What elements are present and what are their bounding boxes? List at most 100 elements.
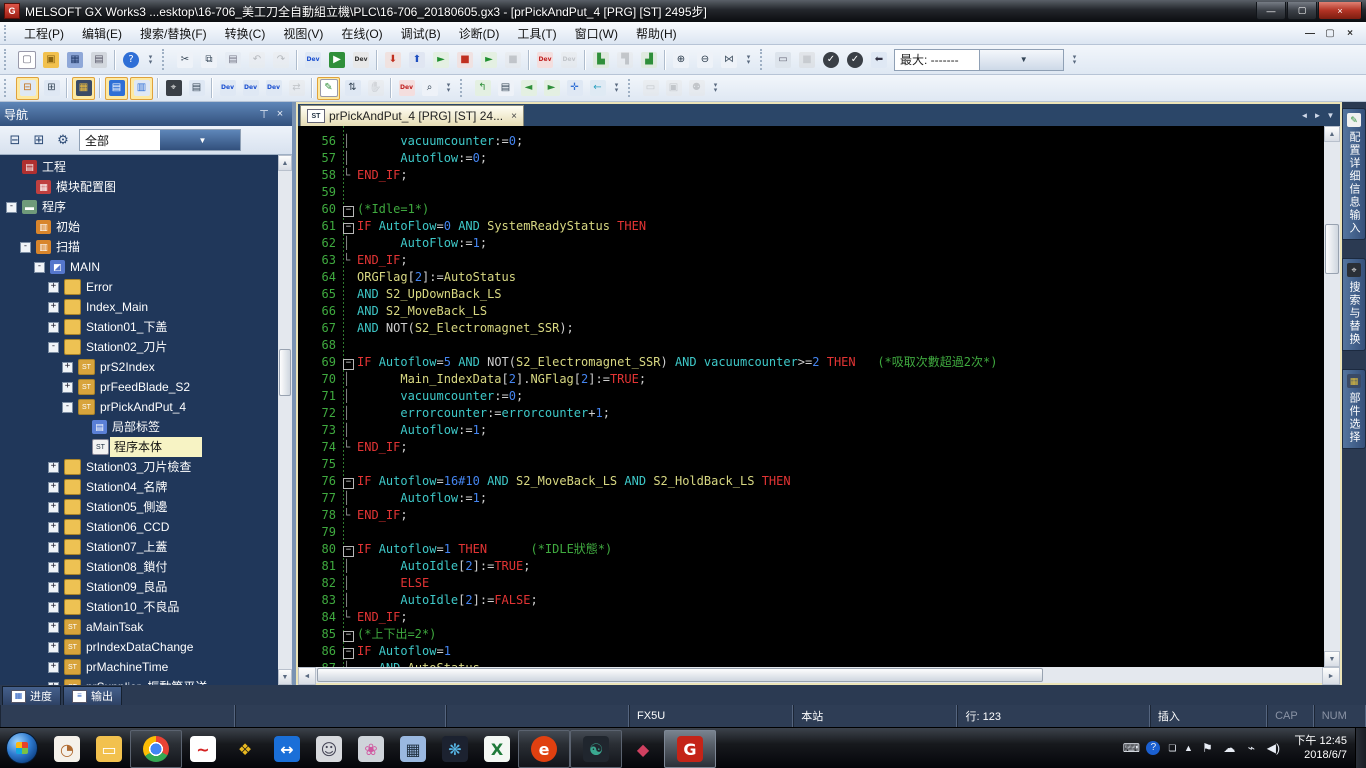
expand-icon[interactable]: + xyxy=(62,362,73,373)
chevron-down-icon[interactable]: ▼ xyxy=(160,130,240,150)
edit-mode-button[interactable]: ✎ xyxy=(317,77,340,100)
expand-icon[interactable]: + xyxy=(48,322,59,333)
ladder-block-a-button[interactable]: ▙ xyxy=(590,49,612,71)
tree-item-Error[interactable]: +Error xyxy=(0,277,278,297)
tree-item-Station06_CCD[interactable]: +Station06_CCD xyxy=(0,517,278,537)
toolbar-overflow-button[interactable]: ▾▾ xyxy=(743,49,754,71)
close-icon[interactable]: × xyxy=(272,108,288,120)
expand-icon[interactable]: + xyxy=(48,462,59,473)
tree-item-Station08_鎖付[interactable]: +Station08_鎖付 xyxy=(0,557,278,577)
tree-item-Station04_名牌[interactable]: +Station04_名牌 xyxy=(0,477,278,497)
taskbar-calculator[interactable]: ▦ xyxy=(392,731,434,767)
help-tray-icon[interactable]: ? xyxy=(1146,741,1160,755)
device-test-button[interactable]: Dev xyxy=(396,78,417,99)
cut-button[interactable]: ✂ xyxy=(174,49,196,71)
collapse-icon[interactable]: - xyxy=(6,202,17,213)
new-project-button[interactable]: ▢ xyxy=(16,49,38,71)
tree-item-初始[interactable]: ▥初始 xyxy=(0,217,278,237)
menu-编辑[interactable]: 编辑(E) xyxy=(73,23,131,44)
editor-vertical-scrollbar[interactable]: ▲ ▼ xyxy=(1324,126,1340,667)
tree-item-程序[interactable]: -▬程序 xyxy=(0,197,278,217)
expand-icon[interactable]: + xyxy=(48,682,59,686)
tab-scroll-right-icon[interactable]: ► xyxy=(1311,111,1324,120)
menu-调试[interactable]: 调试(B) xyxy=(392,23,450,44)
find-binoculars-button[interactable]: ⌖ xyxy=(163,78,184,99)
tree-item-Station05_側邊[interactable]: +Station05_側邊 xyxy=(0,497,278,517)
device-find-button[interactable]: Dev xyxy=(350,49,372,71)
tree-filter-dropdown[interactable]: 全部 ▼ xyxy=(79,129,241,151)
menu-搜索/替换[interactable]: 搜索/替换(F) xyxy=(131,23,216,44)
device-comment-button[interactable]: Dev xyxy=(302,49,324,71)
toolbar-grip[interactable] xyxy=(460,79,467,97)
dock-tab-进度[interactable]: ▦进度 xyxy=(2,686,61,705)
taskbar-gem-app[interactable]: ◆ xyxy=(622,731,664,767)
chevron-down-icon[interactable]: ▼ xyxy=(979,50,1064,70)
tab-prpickandput4[interactable]: ST prPickAndPut_4 [PRG] [ST] 24... × xyxy=(300,105,524,126)
menu-转换[interactable]: 转换(C) xyxy=(216,23,275,44)
taskbar-teamviewer[interactable]: ↔ xyxy=(266,731,308,767)
toolbar-overflow-button[interactable]: ▾▾ xyxy=(710,77,721,99)
expand-icon[interactable]: + xyxy=(48,622,59,633)
screen-capture-button[interactable]: ▭ xyxy=(772,49,794,71)
action-flag-icon[interactable]: ⚑ xyxy=(1196,741,1218,755)
scroll-up-icon[interactable]: ▲ xyxy=(278,155,292,171)
fold-collapse-icon[interactable]: − xyxy=(343,201,357,218)
tree-item-prS2Index[interactable]: +STprS2Index xyxy=(0,357,278,377)
close-button[interactable]: × xyxy=(1318,2,1362,20)
menu-在线[interactable]: 在线(O) xyxy=(332,23,391,44)
help-button[interactable]: ? xyxy=(120,49,142,71)
taskbar-photo-viewer[interactable]: ☺ xyxy=(308,731,350,767)
menu-工具[interactable]: 工具(T) xyxy=(508,23,565,44)
toolbar-overflow-button[interactable]: ▾▾ xyxy=(1069,49,1080,71)
find-in-document-button[interactable]: ▤ xyxy=(186,78,207,99)
collapse-icon[interactable]: - xyxy=(62,402,73,413)
tree-item-Index_Main[interactable]: +Index_Main xyxy=(0,297,278,317)
expand-icon[interactable]: + xyxy=(48,522,59,533)
zoom-selector-button[interactable]: ⌕ xyxy=(419,78,440,99)
st-back-button[interactable]: ↰ xyxy=(472,78,493,99)
fold-collapse-icon[interactable]: − xyxy=(343,541,357,558)
toolbar-grip[interactable] xyxy=(760,49,767,69)
toolbar-grip[interactable] xyxy=(628,79,635,97)
collapse-icon[interactable]: - xyxy=(20,242,31,253)
zoom-in-button[interactable]: ⊕ xyxy=(670,49,692,71)
scroll-down-icon[interactable]: ▼ xyxy=(278,669,292,685)
docked-tab-配置详细信息输入[interactable]: ✎配置详细信息输入 xyxy=(1342,108,1366,240)
minimize-button[interactable]: — xyxy=(1256,2,1286,20)
copy-button[interactable]: ⧉ xyxy=(198,49,220,71)
toolbar-overflow-button[interactable]: ▾▾ xyxy=(145,49,156,71)
taskbar-internet-e[interactable]: e xyxy=(518,730,570,768)
paste-button[interactable]: ▤ xyxy=(222,49,244,71)
find-previous-button[interactable]: ◄ xyxy=(518,78,539,99)
ladder-block-c-button[interactable]: ▟ xyxy=(638,49,660,71)
module-configuration-button[interactable]: ▦ xyxy=(72,77,95,100)
mdi-minimize-button[interactable]: — xyxy=(1300,28,1320,39)
show-desktop-button[interactable] xyxy=(1355,728,1366,768)
tree-item-MAIN[interactable]: -◩MAIN xyxy=(0,257,278,277)
watch-window-button[interactable]: ▥ xyxy=(130,77,153,100)
device-use-list-button[interactable]: Dev xyxy=(217,78,238,99)
menu-诊断[interactable]: 诊断(D) xyxy=(450,23,509,44)
start-button[interactable] xyxy=(6,732,38,764)
tree-item-prMachineTime[interactable]: +STprMachineTime xyxy=(0,657,278,677)
taskbar-media-app[interactable]: ❀ xyxy=(350,731,392,767)
fold-collapse-icon[interactable]: − xyxy=(343,643,357,660)
keyboard-icon[interactable]: ⌨ xyxy=(1120,741,1142,755)
monitor-mode-button[interactable]: ▶ xyxy=(326,49,348,71)
monitor-start-button[interactable]: ► xyxy=(430,49,452,71)
st-document-button[interactable]: ▤ xyxy=(495,78,516,99)
device-batch-button[interactable]: Dev xyxy=(263,78,284,99)
tree-item-局部标签[interactable]: ▤局部标签 xyxy=(0,417,278,437)
expand-icon[interactable]: + xyxy=(48,562,59,573)
expand-icon[interactable]: + xyxy=(62,382,73,393)
tree-item-程序本体[interactable]: ST程序本体 xyxy=(0,437,278,457)
delete-line-button[interactable]: ← xyxy=(587,78,608,99)
tree-item-Station01_下盖[interactable]: +Station01_下盖 xyxy=(0,317,278,337)
taskbar-chrome[interactable] xyxy=(130,730,182,768)
expand-tree-button[interactable]: ⊞ xyxy=(27,129,51,151)
tab-scroll-left-icon[interactable]: ◄ xyxy=(1298,111,1311,120)
tree-scrollbar[interactable]: ▲ ▼ xyxy=(278,155,292,685)
collapse-icon[interactable]: - xyxy=(48,342,59,353)
expand-icon[interactable]: + xyxy=(48,602,59,613)
tree-item-工程[interactable]: ▤工程 xyxy=(0,157,278,177)
